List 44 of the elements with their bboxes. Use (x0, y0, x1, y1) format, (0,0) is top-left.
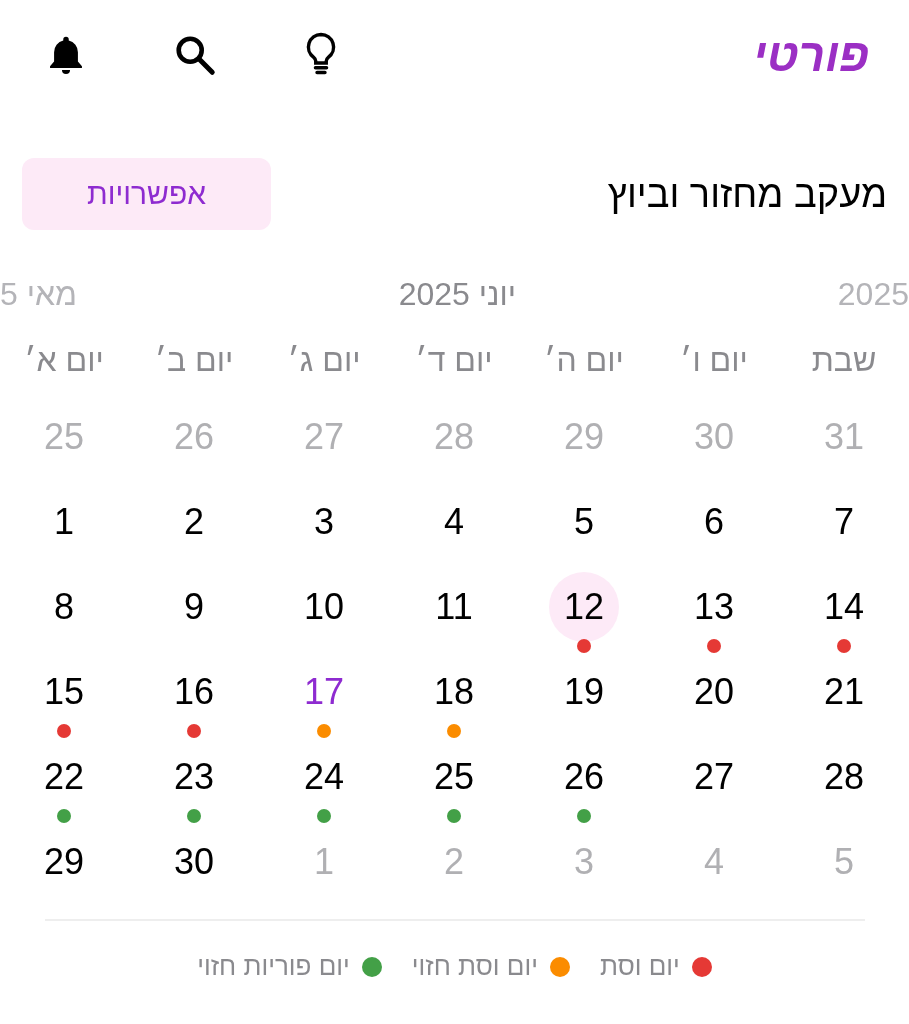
weekday-label: יום ו׳ (679, 342, 749, 380)
day-number[interactable]: 21 (809, 657, 879, 727)
options-button[interactable]: אפשרויות (22, 158, 271, 230)
day-number[interactable]: 13 (679, 572, 749, 642)
day-number[interactable]: 1 (29, 487, 99, 557)
day-number[interactable]: 11 (419, 572, 489, 642)
weekday-label: יום ג׳ (286, 342, 362, 380)
month-title: יוני 2025 (398, 275, 517, 313)
day-number[interactable]: 25 (419, 742, 489, 812)
day-number[interactable]: 17 (289, 657, 359, 727)
weekday-label: יום ה׳ (543, 342, 625, 380)
day-number[interactable]: 26 (549, 742, 619, 812)
day-number[interactable]: 30 (159, 827, 229, 897)
day-number[interactable]: 2 (159, 487, 229, 557)
app-logo: פורטי (753, 28, 869, 82)
weekday-label: יום ד׳ (414, 342, 494, 380)
day-number[interactable]: 18 (419, 657, 489, 727)
weekday-label: שבת (810, 342, 878, 380)
day-number[interactable]: 10 (289, 572, 359, 642)
day-number[interactable]: 9 (159, 572, 229, 642)
legend-label: יום וסת (599, 951, 680, 982)
day-number[interactable]: 4 (419, 487, 489, 557)
day-number[interactable]: 8 (29, 572, 99, 642)
day-number[interactable]: 28 (809, 742, 879, 812)
day-number[interactable]: 14 (809, 572, 879, 642)
legend-label: יום פוריות חזוי (197, 951, 350, 982)
day-number[interactable]: 3 (289, 487, 359, 557)
day-number[interactable]: 15 (29, 657, 99, 727)
day-number[interactable]: 6 (679, 487, 749, 557)
weekday-label: יום ב׳ (153, 342, 235, 380)
day-number[interactable]: 7 (809, 487, 879, 557)
day-number[interactable]: 23 (159, 742, 229, 812)
day-number[interactable]: 27 (679, 742, 749, 812)
legend-label: יום וסת חזוי (411, 951, 538, 982)
day-number[interactable]: 16 (159, 657, 229, 727)
day-number[interactable]: 12 (549, 572, 619, 642)
page-title: מעקב מחזור וביוץ (607, 172, 887, 216)
day-number[interactable]: 29 (29, 827, 99, 897)
day-number[interactable]: 22 (29, 742, 99, 812)
day-number[interactable]: 5 (549, 487, 619, 557)
weekday-label: יום א׳ (23, 342, 105, 380)
day-number[interactable]: 20 (679, 657, 749, 727)
day-number[interactable]: 24 (289, 742, 359, 812)
day-number[interactable]: 19 (549, 657, 619, 727)
